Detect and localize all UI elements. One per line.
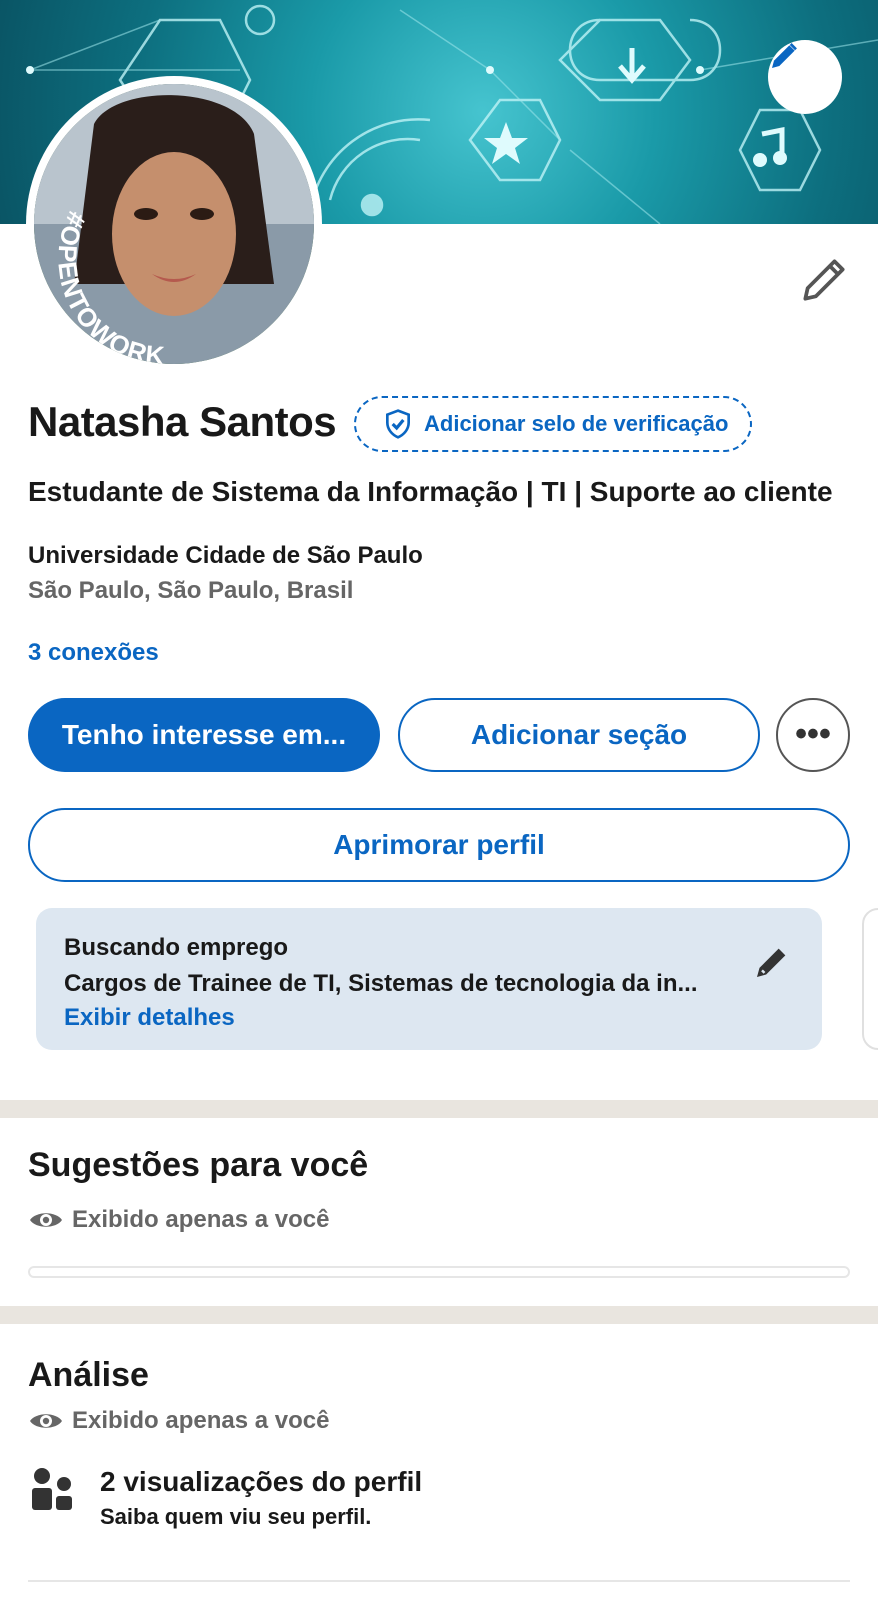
open-to-work-roles: Cargos de Trainee de TI, Sistemas de tec… [64,970,698,997]
open-to-work-title: Buscando emprego [64,934,289,961]
profile-views-title: 2 visualizações do perfil [100,1466,423,1497]
next-card-peek[interactable] [862,908,878,1050]
interest-button[interactable]: Tenho interesse em... [28,698,380,772]
profile-name: Natasha Santos [28,398,337,445]
section-divider [0,1100,878,1118]
connections-link[interactable]: 3 conexões [28,639,159,667]
improve-profile-button[interactable]: Aprimorar perfil [28,808,850,882]
suggestions-privacy-label: Exibido apenas a você [72,1206,330,1233]
profile-edit-button[interactable] [796,252,852,308]
suggestions-privacy: Exibido apenas a você [28,1206,329,1234]
pencil-icon [757,948,786,977]
show-details-link[interactable]: Exibir detalhes [64,1004,794,1032]
open-to-work-card[interactable]: Buscando emprego Cargos de Trainee de TI… [36,908,822,1050]
add-section-button[interactable]: Adicionar seção [398,698,760,772]
analytics-title: Análise [28,1356,149,1394]
open-to-work-edit-button[interactable] [752,942,792,982]
profile-headline: Estudante de Sistema da Informação | TI … [28,476,833,507]
profile-views-item[interactable]: 2 visualizações do perfil Saiba quem viu… [28,1466,422,1530]
pencil-icon [772,43,797,68]
avatar-photo: #OPENTOWORK [34,84,314,364]
profile-avatar[interactable]: #OPENTOWORK [26,76,322,372]
pencil-icon [803,259,845,301]
banner-edit-button[interactable] [768,40,842,114]
suggestions-progress [28,1266,850,1278]
shield-check-icon [386,409,410,439]
section-bottom-divider [28,1580,850,1582]
suggestions-title: Sugestões para você [28,1146,369,1184]
verification-label: Adicionar selo de verificação [424,411,729,436]
eye-icon [30,1414,62,1428]
analytics-privacy-label: Exibido apenas a você [72,1407,330,1434]
section-divider [0,1306,878,1324]
add-verification-button[interactable]: Adicionar selo de verificação [354,396,753,452]
people-icon [32,1468,72,1510]
profile-views-subtitle: Saiba quem viu seu perfil. [100,1504,372,1529]
analytics-privacy: Exibido apenas a você [28,1407,329,1435]
more-icon[interactable]: ••• [776,698,850,772]
profile-education[interactable]: Universidade Cidade de São Paulo [28,542,423,570]
opentowork-frame: #OPENTOWORK [34,84,314,364]
eye-icon [30,1213,62,1227]
profile-location: São Paulo, São Paulo, Brasil [28,577,354,604]
